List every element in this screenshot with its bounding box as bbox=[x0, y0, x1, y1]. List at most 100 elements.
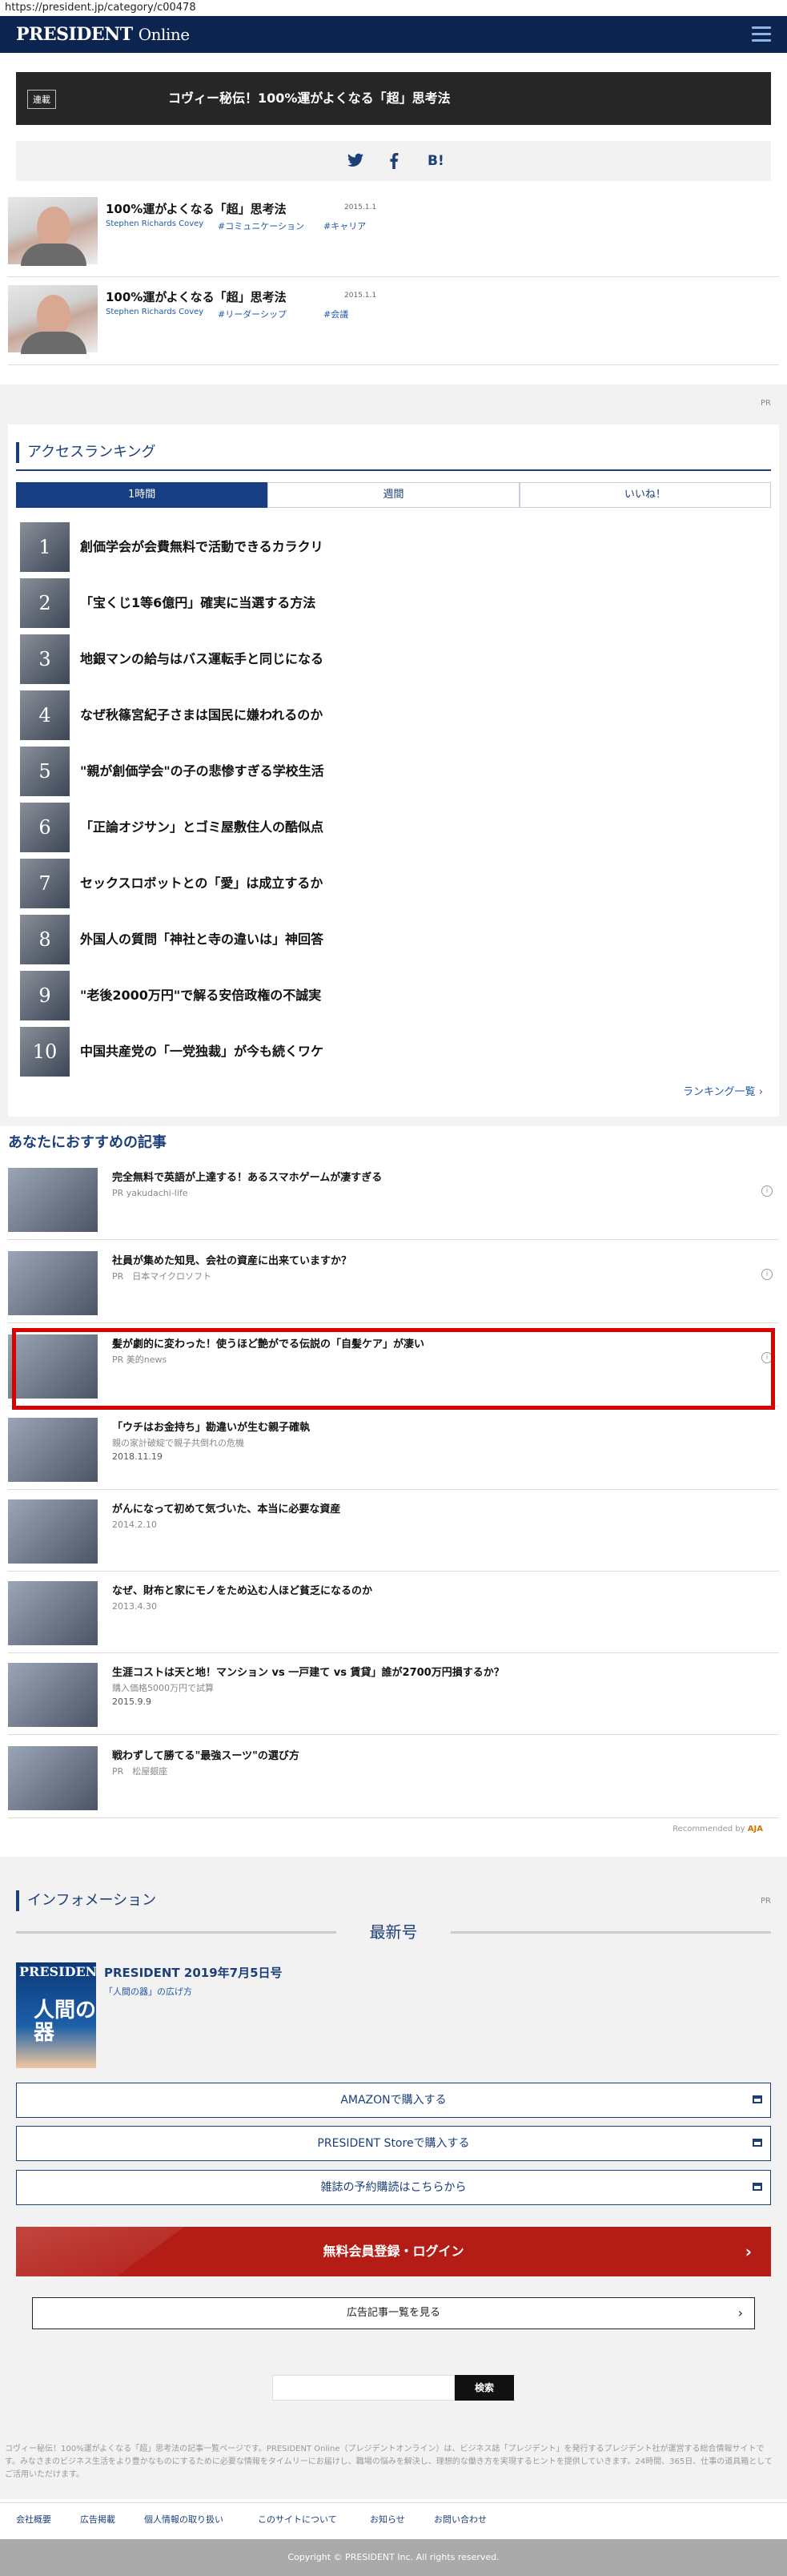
external-link-icon bbox=[753, 2183, 762, 2191]
ranking-item[interactable]: 10 中国共産党の「一党独裁」が今も続くワケ bbox=[20, 1027, 757, 1077]
ranking-item[interactable]: 7 セックスロボットとの「愛」は成立するか bbox=[20, 859, 757, 908]
recommend-item[interactable]: 戦わずして勝てる"最強スーツ"の選び方 PR 松屋銀座 bbox=[8, 1738, 779, 1818]
ranking-item[interactable]: 1 創価学会が会費無料で活動できるカラクリ bbox=[20, 522, 757, 572]
footer-link-ads[interactable]: 広告掲載 bbox=[80, 2513, 115, 2526]
page: https://president.jp/category/c00478 PRE… bbox=[0, 0, 787, 2576]
amazon-buy-label: AMAZONで購入する bbox=[340, 2094, 447, 2107]
ranking-title[interactable]: 「宝くじ1等6億円」確実に当選する方法 bbox=[80, 595, 315, 611]
article-item[interactable]: 100%運がよくなる「超」思考法 2015.1.1 Stephen Richar… bbox=[8, 191, 779, 277]
article-date: 2015.1.1 bbox=[344, 203, 377, 211]
magazine-subtitle[interactable]: 「人間の器」の広げ方 bbox=[104, 1985, 192, 1998]
hatena-bookmark-icon[interactable]: B! bbox=[428, 153, 444, 169]
facebook-icon[interactable] bbox=[389, 153, 399, 173]
ranking-thumbnail: 1 bbox=[20, 522, 70, 572]
footer-link-company[interactable]: 会社概要 bbox=[16, 2513, 51, 2526]
pr-label: PR bbox=[761, 399, 771, 408]
recommend-title[interactable]: 社員が集めた知見、会社の資産に出来ていますか？ bbox=[112, 1254, 351, 1269]
footer-link-about[interactable]: このサイトについて bbox=[258, 2513, 337, 2526]
hamburger-menu-icon[interactable] bbox=[752, 26, 771, 42]
chevron-right-icon: › bbox=[758, 1086, 763, 1098]
recommend-title[interactable]: 完全無料で英語が上達する！あるスマホゲームが凄すぎる bbox=[112, 1171, 382, 1185]
search-input[interactable] bbox=[272, 2375, 455, 2401]
ranking-thumbnail: 3 bbox=[20, 634, 70, 684]
login-button[interactable]: 無料会員登録・ログイン › bbox=[16, 2227, 771, 2276]
recommend-item[interactable]: 社員が集めた知見、会社の資産に出来ていますか？ PR 日本マイクロソフト i bbox=[8, 1243, 779, 1323]
ranking-item[interactable]: 6 「正論オジサン」とゴミ屋敷住人の酷似点 bbox=[20, 803, 757, 852]
recommend-title[interactable]: 戦わずして勝てる"最強スーツ"の選び方 bbox=[112, 1749, 299, 1764]
tag-link[interactable]: #リーダーシップ bbox=[218, 308, 287, 320]
series-title: コヴィー秘伝！100%運がよくなる「超」思考法 bbox=[168, 91, 451, 106]
cover-headline: 人間の器 bbox=[34, 1998, 96, 2045]
article-item[interactable]: 100%運がよくなる「超」思考法 2015.1.1 Stephen Richar… bbox=[8, 279, 779, 365]
article-date: 2015.1.1 bbox=[344, 292, 377, 300]
recommend-title[interactable]: 「ウチはお金持ち」勘違いが生む親子確執 bbox=[112, 1421, 310, 1435]
ranking-title[interactable]: "老後2000万円"で解る安倍政権の不誠実 bbox=[80, 988, 321, 1004]
ranking-title[interactable]: "親が創価学会"の子の悲惨すぎる学校生活 bbox=[80, 763, 324, 779]
newest-issue-heading: 最新号 bbox=[16, 1922, 771, 1942]
site-header: PRESIDENT Online bbox=[0, 16, 787, 53]
ranking-title[interactable]: なぜ秋篠宮紀子さまは国民に嫌われるのか bbox=[80, 707, 323, 723]
ranking-more-label: ランキング一覧 bbox=[683, 1086, 756, 1098]
recommend-item[interactable]: 生涯コストは天と地！マンション vs 一戸建て vs 賃貸」誰が2700万円損す… bbox=[8, 1655, 779, 1735]
recommend-thumbnail bbox=[8, 1581, 98, 1645]
ranking-item[interactable]: 8 外国人の質問「神社と寺の違いは」神回答 bbox=[20, 915, 757, 964]
recommend-title[interactable]: がんになって初めて気づいた、本当に必要な資産 bbox=[112, 1503, 340, 1517]
info-icon[interactable]: i bbox=[761, 1269, 773, 1280]
ranking-item[interactable]: 4 なぜ秋篠宮紀子さまは国民に嫌われるのか bbox=[20, 690, 757, 740]
recommend-title[interactable]: 生涯コストは天と地！マンション vs 一戸建て vs 賃貸」誰が2700万円損す… bbox=[112, 1666, 504, 1680]
ranking-thumbnail: 5 bbox=[20, 747, 70, 796]
tab-likes[interactable]: いいね！ bbox=[519, 482, 771, 508]
recommend-item[interactable]: 「ウチはお金持ち」勘違いが生む親子確執 親の家計破綻で親子共倒れの危機 2018.1… bbox=[8, 1410, 779, 1490]
author-photo bbox=[8, 285, 98, 354]
ranking-item[interactable]: 9 "老後2000万円"で解る安倍政権の不誠実 bbox=[20, 971, 757, 1020]
ranking-title[interactable]: 中国共産党の「一党独裁」が今も続くワケ bbox=[80, 1044, 323, 1060]
address-bar[interactable]: https://president.jp/category/c00478 bbox=[0, 0, 787, 16]
search-button[interactable]: 検索 bbox=[455, 2375, 514, 2401]
footer-link-news[interactable]: お知らせ bbox=[370, 2513, 405, 2526]
footer-link-contact[interactable]: お問い合わせ bbox=[434, 2513, 487, 2526]
ranking-more-link[interactable]: ランキング一覧 › bbox=[683, 1083, 763, 1098]
ranking-title[interactable]: 地銀マンの給与はバス運転手と同じになる bbox=[80, 651, 323, 667]
ranking-title[interactable]: 外国人の質問「神社と寺の違いは」神回答 bbox=[80, 932, 323, 948]
recommended-by[interactable]: Recommended by AJA bbox=[673, 1825, 763, 1833]
recommend-date: 2018.11.19 bbox=[112, 1451, 163, 1462]
ranking-item[interactable]: 5 "親が創価学会"の子の悲惨すぎる学校生活 bbox=[20, 747, 757, 796]
external-link-icon bbox=[753, 2095, 762, 2103]
info-icon[interactable]: i bbox=[761, 1185, 773, 1197]
amazon-buy-button[interactable]: AMAZONで購入する bbox=[16, 2083, 771, 2118]
ad-list-label: 広告記事一覧を見る bbox=[346, 2307, 440, 2319]
site-logo[interactable]: PRESIDENT Online bbox=[16, 24, 190, 45]
tag-link[interactable]: #コミュニケーション bbox=[218, 219, 304, 232]
author-name[interactable]: Stephen Richards Covey bbox=[106, 219, 203, 228]
tag-link[interactable]: #キャリア bbox=[323, 219, 366, 232]
ranking-item[interactable]: 3 地銀マンの給与はバス運転手と同じになる bbox=[20, 634, 757, 684]
ranking-title[interactable]: セックスロボットとの「愛」は成立するか bbox=[80, 875, 323, 892]
ranking-thumbnail: 2 bbox=[20, 578, 70, 628]
footer-link-privacy[interactable]: 個人情報の取り扱い bbox=[144, 2513, 223, 2526]
magazine-title[interactable]: PRESIDENT 2019年7月5日号 bbox=[104, 1964, 283, 1981]
tab-weekly[interactable]: 週間 bbox=[267, 482, 520, 508]
recommend-title[interactable]: なぜ、財布と家にモノをため込む人ほど貧乏になるのか bbox=[112, 1584, 372, 1599]
ad-list-button[interactable]: 広告記事一覧を見る › bbox=[32, 2297, 755, 2329]
recommend-item[interactable]: がんになって初めて気づいた、本当に必要な資産 2014.2.10 bbox=[8, 1491, 779, 1572]
ranking-thumbnail: 8 bbox=[20, 915, 70, 964]
login-label: 無料会員登録・ログイン bbox=[323, 2244, 464, 2259]
ranking-item[interactable]: 2 「宝くじ1等6億円」確実に当選する方法 bbox=[20, 578, 757, 628]
ranking-title[interactable]: 創価学会が会費無料で活動できるカラクリ bbox=[80, 539, 323, 555]
tab-1hour[interactable]: 1時間 bbox=[16, 482, 268, 508]
ranking-heading: アクセスランキング bbox=[16, 442, 156, 463]
article-title[interactable]: 100%運がよくなる「超」思考法 bbox=[106, 288, 287, 305]
ranking-title[interactable]: 「正論オジサン」とゴミ屋敷住人の酷似点 bbox=[80, 819, 323, 835]
magazine-cover[interactable]: PRESIDENT 人間の器 bbox=[16, 1962, 96, 2068]
recommend-thumbnail bbox=[8, 1746, 98, 1810]
store-buy-button[interactable]: PRESIDENT Storeで購入する bbox=[16, 2126, 771, 2161]
chevron-right-icon: › bbox=[737, 2305, 743, 2320]
tag-link[interactable]: #会議 bbox=[323, 308, 348, 320]
subscribe-button[interactable]: 雑誌の予約購読はこちらから bbox=[16, 2170, 771, 2205]
twitter-icon[interactable] bbox=[347, 153, 363, 171]
highlight-box bbox=[12, 1328, 775, 1410]
article-title[interactable]: 100%運がよくなる「超」思考法 bbox=[106, 200, 287, 217]
recommend-item[interactable]: 完全無料で英語が上達する！あるスマホゲームが凄すぎる PR yakudachi-l… bbox=[8, 1160, 779, 1240]
author-name[interactable]: Stephen Richards Covey bbox=[106, 308, 203, 316]
recommend-item[interactable]: なぜ、財布と家にモノをため込む人ほど貧乏になるのか 2013.4.30 bbox=[8, 1573, 779, 1653]
